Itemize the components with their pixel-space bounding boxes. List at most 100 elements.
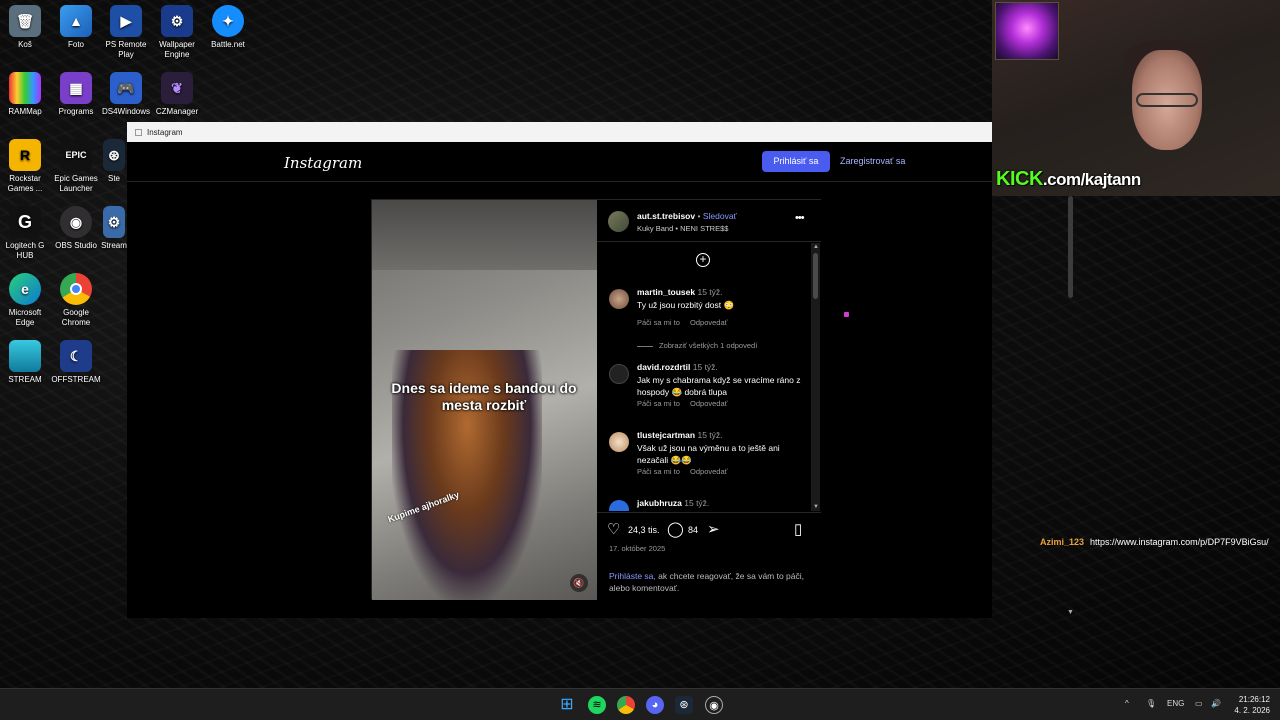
chat-overlay: Azimi_123 https://www.instagram.com/p/DP7… [1040,536,1276,549]
heart-icon[interactable]: ♡ [607,520,620,538]
load-more-comments-icon[interactable]: + [696,253,710,267]
scroll-down-arrow-icon[interactable]: ▼ [813,504,819,510]
share-icon[interactable]: ➢ [707,520,720,538]
comment-like-link[interactable]: Páči sa mi to [637,467,680,476]
more-options-icon[interactable]: ••• [795,212,805,224]
comment-author[interactable]: jakubhruza [637,498,682,508]
desktop-icon-battlenet[interactable]: ✦ Battle.net [203,5,253,50]
language-indicator[interactable]: ENG [1167,699,1184,708]
desktop-icon-rammap[interactable]: RAMMap [0,72,50,117]
display-icon[interactable]: ▭ [1195,699,1203,708]
comment-author-line: martin_tousek 15 týž. [637,287,723,297]
chrome-taskbar-icon[interactable] [617,696,635,714]
instagram-post: Dnes sa ideme s bandou do mesta rozbiť K… [371,199,821,600]
desktop-icon-stream[interactable]: STREAM [0,340,50,385]
desktop-icon-label: Battle.net [211,40,245,49]
desktop-icon-logitech-ghub[interactable]: G Logitech G HUB [0,206,50,261]
system-clock[interactable]: 21:26:12 4. 2. 2026 [1228,694,1270,716]
comment-time: 15 týž. [697,430,723,440]
steam-taskbar-icon[interactable]: ⊛ [675,696,693,714]
browser-window: Instagram Instagram Prihlásiť sa Zaregis… [127,122,1074,618]
desktop-icon-programs[interactable]: ▦ Programs [51,72,101,117]
post-video[interactable]: Dnes sa ideme s bandou do mesta rozbiť K… [372,200,597,600]
comment-actions: Páči sa mi to Odpovedať [637,399,735,408]
comment-avatar[interactable] [609,432,629,452]
tray-overflow-icon[interactable]: ^ [1125,699,1129,708]
comment-actions: Páči sa mi to Odpovedať [637,318,735,327]
desktop-icon-photos[interactable]: ▲ Foto [51,5,101,50]
stream-deck-icon: ⚙ [103,206,125,238]
comment-like-link[interactable]: Páči sa mi to [637,318,680,327]
desktop-icon-ps-remote-play[interactable]: ▶ PS Remote Play [101,5,151,60]
desktop-icon-stream-partial[interactable]: ⚙ Stream [101,206,127,251]
video-background-wall [372,200,597,270]
register-link[interactable]: Zaregistrovať sa [840,156,905,166]
desktop-icon-label: CZManager [155,107,199,116]
post-header: aut.st.trebisov • Sledovať Kuky Band • N… [597,200,821,242]
post-author[interactable]: aut.st.trebisov [637,211,695,221]
comment-author[interactable]: david.rozdrtil [637,362,690,372]
comment-reply-link[interactable]: Odpovedať [690,399,727,408]
author-avatar[interactable] [608,211,629,232]
scroll-up-arrow-icon[interactable]: ▲ [813,244,819,250]
comment-author[interactable]: martin_tousek [637,287,695,297]
comment-like-link[interactable]: Páči sa mi to [637,399,680,408]
windows-start-icon[interactable]: ⊞ [558,696,576,714]
desktop-icon-steam-partial[interactable]: ⊛ Ste [101,139,127,184]
post-music[interactable]: Kuky Band • NENI STRE$$ [637,224,728,233]
microphone-icon[interactable]: 🎙 [1146,699,1156,708]
spotify-icon[interactable]: ≋ [588,696,606,714]
rockstar-icon: R [9,139,41,171]
page-scrollbar[interactable]: ▼ [1065,194,1075,618]
battlenet-icon: ✦ [212,5,244,37]
mute-icon[interactable]: 🔇 [570,574,588,592]
separator-dot: • [697,211,701,221]
desktop-icon-offstream[interactable]: ☾ OFFSTREAM [51,340,101,385]
page-scrollbar-thumb[interactable] [1068,196,1073,298]
clock-date: 4. 2. 2026 [1234,706,1270,715]
desktop-icon-obs-studio[interactable]: ◉ OBS Studio [51,206,101,251]
desktop-icon-epic-games[interactable]: EPIC Epic Games Launcher [51,139,101,194]
volume-icon[interactable]: 🔊 [1211,699,1221,708]
desktop-icon-edge[interactable]: e Microsoft Edge [0,273,50,328]
desktop-icon-ds4windows[interactable]: 🎮 DS4Windows [101,72,151,117]
desktop-icon-label: Rockstar Games ... [7,174,43,193]
ps-remote-play-icon: ▶ [110,5,142,37]
folder-icon: ▦ [60,72,92,104]
comment-reply-link[interactable]: Odpovedať [690,467,727,476]
comments-scrollbar[interactable]: ▲ ▼ [811,243,820,511]
instagram-logo[interactable]: Instagram [284,154,362,172]
comments-scrollbar-thumb[interactable] [813,253,818,299]
desktop-icon-czmanager[interactable]: ❦ CZManager [152,72,202,117]
comment-reply-link[interactable]: Odpovedať [690,318,727,327]
obs-icon: ◉ [60,206,92,238]
comment-time: 15 týž. [697,287,723,297]
window-titlebar[interactable]: Instagram [127,122,992,142]
obs-taskbar-icon[interactable]: ◉ [705,696,723,714]
login-hint-link[interactable]: Prihláste sa, [609,571,656,581]
comment-avatar[interactable] [609,500,629,511]
webcam-background-poster [995,2,1059,60]
comments-count: 84 [688,525,699,535]
scroll-down-arrow-icon[interactable]: ▼ [1067,609,1074,616]
rammap-icon [9,72,41,104]
comment-icon[interactable]: ◯ [667,520,684,538]
comment-author[interactable]: tlustejcartman [637,430,695,440]
comment-avatar[interactable] [609,364,629,384]
desktop-icon-label: Koš [18,40,32,49]
post-sidebar: aut.st.trebisov • Sledovať Kuky Band • N… [597,200,821,600]
discord-icon[interactable]: ◕ [646,696,664,714]
comment-author-line: tlustejcartman 15 týž. [637,430,723,440]
comment-avatar[interactable] [609,289,629,309]
desktop-icon-recycle-bin[interactable]: 🗑 Koš [0,5,50,50]
desktop-icon-rockstar[interactable]: R Rockstar Games ... [0,139,50,194]
czmanager-icon: ❦ [161,72,193,104]
view-replies-link[interactable]: Zobraziť všetkých 1 odpovedí [637,341,757,350]
post-author-line: aut.st.trebisov • Sledovať [637,211,737,221]
login-button[interactable]: Prihlásiť sa [762,151,830,172]
follow-link[interactable]: Sledovať [703,211,737,221]
desktop-icon-label: Google Chrome [61,308,91,327]
desktop-icon-wallpaper-engine[interactable]: ⚙ Wallpaper Engine [152,5,202,60]
desktop-icon-chrome[interactable]: Google Chrome [51,273,101,328]
bookmark-icon[interactable]: ▯ [794,520,802,538]
